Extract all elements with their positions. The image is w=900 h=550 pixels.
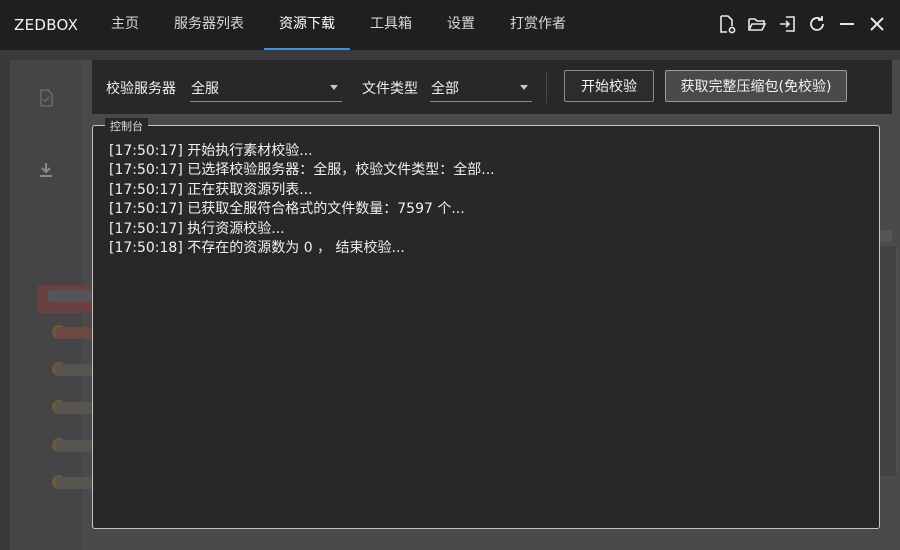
window-controls [708,12,888,36]
get-package-button[interactable]: 获取完整压缩包(免校验) [665,70,847,102]
log-line: [17:50:17] 正在获取资源列表... [109,181,313,198]
login-icon[interactable] [776,12,798,36]
chevron-down-icon [520,85,528,90]
tab-server-list[interactable]: 服务器列表 [159,0,259,50]
close-icon[interactable] [866,12,888,36]
server-select[interactable]: 全服 [190,73,342,102]
minimize-icon[interactable] [836,12,858,36]
refresh-icon[interactable] [806,12,828,36]
filetype-select[interactable]: 全部 [430,73,532,102]
server-label: 校验服务器 [106,81,176,97]
log-line: [17:50:17] 开始执行素材校验... [109,143,313,159]
toolbar-divider [546,71,547,103]
tab-resource-download[interactable]: 资源下载 [264,0,350,50]
console-title: 控制台 [105,118,148,134]
folder-open-icon[interactable] [746,12,768,36]
document-check-icon [40,89,53,107]
start-verify-button[interactable]: 开始校验 [564,70,654,102]
log-line: [17:50:17] 已获取全服符合格式的文件数量：7597 个... [109,201,465,218]
tab-donate[interactable]: 打赏作者 [495,0,581,50]
tab-toolbox[interactable]: 工具箱 [355,0,427,50]
console-panel: 控制台 [17:50:17] 开始执行素材校验... [17:50:17] 已选… [92,118,880,529]
verify-toolbar: 校验服务器 全服 文件类型 全部 开始校验 获取完整压缩包(免校验) [92,60,892,114]
file-settings-icon[interactable] [716,12,738,36]
title-bar: ZEDBOX 主页 服务器列表 资源下载 工具箱 设置 打赏作者 [0,0,900,50]
main-nav: 主页 服务器列表 资源下载 工具箱 设置 打赏作者 [96,0,586,50]
tab-home[interactable]: 主页 [96,0,154,50]
tab-settings[interactable]: 设置 [432,0,490,50]
filetype-label: 文件类型 [362,81,418,97]
filetype-select-value: 全部 [431,81,459,97]
app-title: ZEDBOX [14,16,79,34]
log-line: [17:50:17] 执行资源校验... [109,220,285,237]
server-select-value: 全服 [191,81,219,97]
console-log: [17:50:17] 开始执行素材校验... [17:50:17] 已选择校验服… [109,142,867,258]
log-line: [17:50:17] 已选择校验服务器：全服，校验文件类型：全部... [109,162,495,179]
chevron-down-icon [330,85,338,90]
download-icon [40,163,52,177]
log-line: [17:50:18] 不存在的资源数为 0 ， 结束校验... [109,240,405,257]
